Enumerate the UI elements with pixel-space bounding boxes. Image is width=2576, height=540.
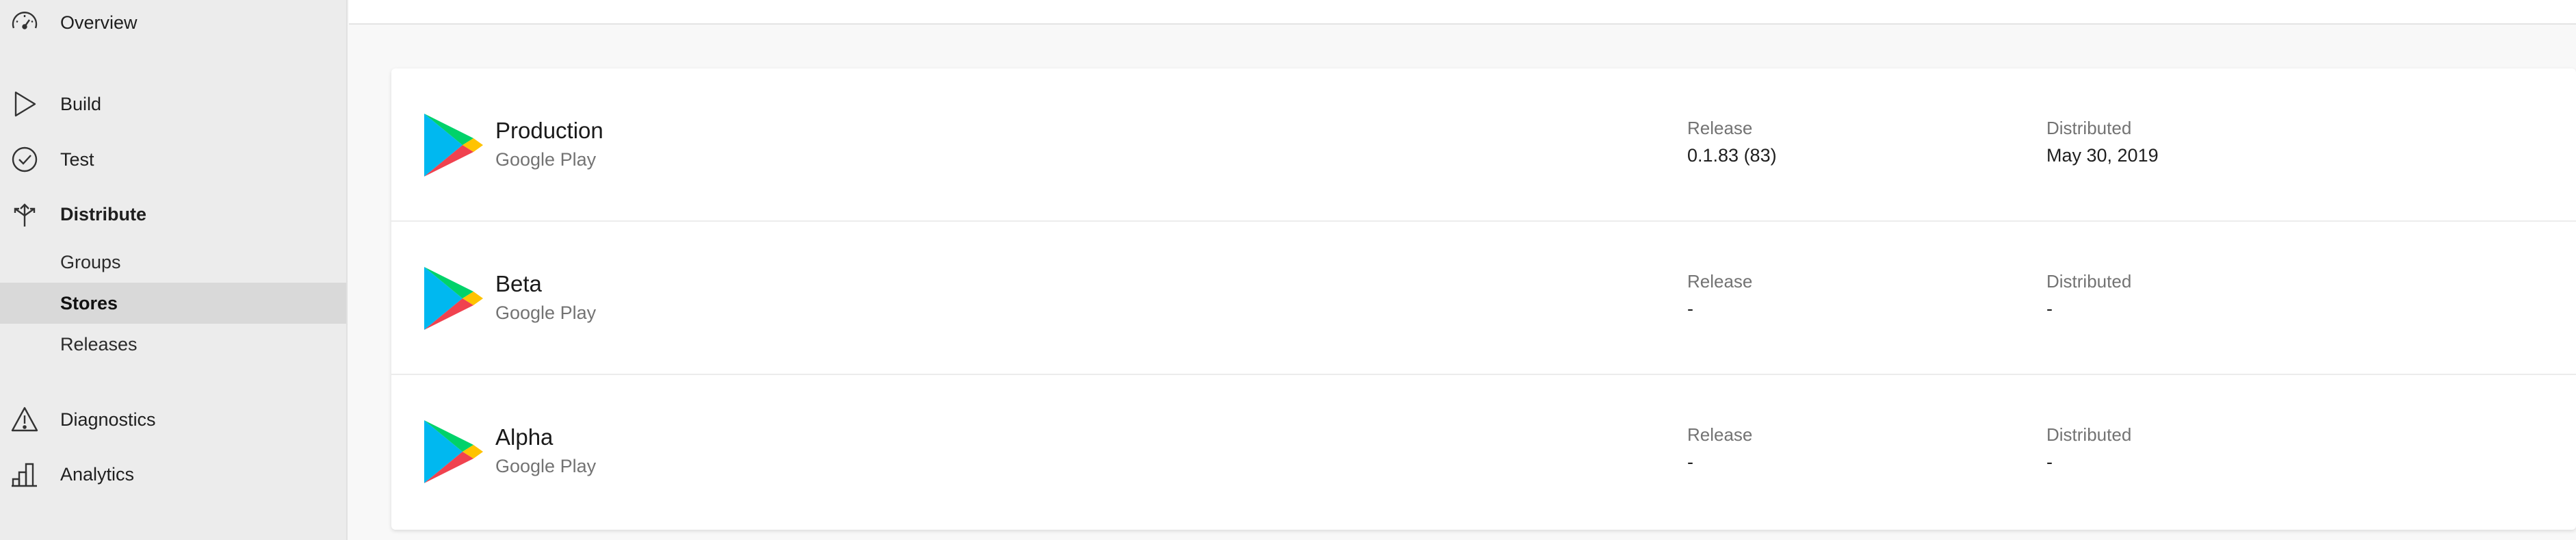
release-value: -: [1687, 452, 1693, 472]
sidebar-item-diagnostics[interactable]: Diagnostics: [0, 399, 346, 440]
sidebar-item-label: Test: [60, 149, 94, 170]
store-name: Alpha: [495, 424, 554, 450]
bar-chart-icon: [10, 459, 40, 489]
sidebar-subitem-groups[interactable]: Groups: [0, 242, 346, 283]
sidebar-item-label: Overview: [60, 12, 138, 33]
store-name: Production: [495, 118, 603, 143]
sidebar-item-distribute[interactable]: Distribute: [0, 194, 346, 235]
sidebar-subitem-label: Stores: [60, 292, 118, 313]
stores-card: Production Google Play Release 0.1.83 (8…: [391, 68, 2576, 530]
sidebar-subitem-releases[interactable]: Releases: [0, 324, 346, 365]
sidebar-item-build[interactable]: Build: [0, 83, 346, 125]
store-row-production[interactable]: Production Google Play Release 0.1.83 (8…: [391, 68, 2576, 222]
play-outline-icon: [10, 89, 40, 119]
warning-triangle-icon: [10, 404, 40, 435]
sidebar-subitem-label: Groups: [60, 251, 121, 272]
sidebar-subitem-label: Releases: [60, 333, 138, 355]
release-label: Release: [1687, 424, 1753, 445]
google-play-icon: [420, 111, 484, 179]
distribute-arrows-icon: [10, 199, 40, 229]
store-provider: Google Play: [495, 456, 597, 476]
sidebar-item-test[interactable]: Test: [0, 139, 346, 180]
store-provider: Google Play: [495, 303, 597, 323]
release-label: Release: [1687, 271, 1753, 292]
store-provider: Google Play: [495, 149, 597, 170]
distributed-value: -: [2046, 298, 2053, 319]
distributed-label: Distributed: [2046, 271, 2132, 292]
gauge-icon: [10, 8, 40, 38]
check-circle-icon: [10, 144, 40, 175]
sidebar-subitem-stores[interactable]: Stores: [0, 283, 346, 324]
store-row-alpha[interactable]: Alpha Google Play Release - Distributed …: [391, 375, 2576, 528]
sidebar: Overview Build Test Distribute Groups St…: [0, 0, 348, 540]
release-value: -: [1687, 298, 1693, 319]
sidebar-item-label: Diagnostics: [60, 409, 156, 430]
release-label: Release: [1687, 118, 1753, 138]
distributed-label: Distributed: [2046, 424, 2132, 445]
google-play-icon: [420, 264, 484, 333]
sidebar-item-label: Distribute: [60, 203, 147, 224]
sidebar-item-label: Build: [60, 93, 102, 114]
store-name: Beta: [495, 271, 542, 296]
release-value: 0.1.83 (83): [1687, 145, 1777, 166]
sidebar-item-overview[interactable]: Overview: [0, 2, 346, 43]
store-row-beta[interactable]: Beta Google Play Release - Distributed -: [391, 222, 2576, 375]
sidebar-item-label: Analytics: [60, 463, 135, 485]
distributed-value: -: [2046, 452, 2053, 472]
distributed-label: Distributed: [2046, 118, 2132, 138]
top-bar: [349, 0, 2576, 25]
google-play-icon: [420, 417, 484, 486]
sidebar-item-analytics[interactable]: Analytics: [0, 454, 346, 495]
distributed-value: May 30, 2019: [2046, 145, 2159, 166]
